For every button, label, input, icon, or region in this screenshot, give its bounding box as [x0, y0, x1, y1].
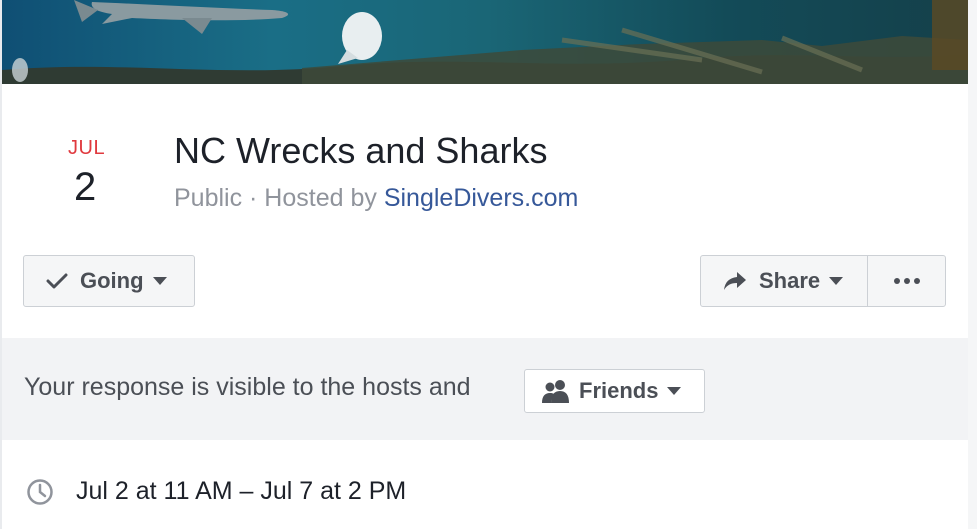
- audience-label: Friends: [579, 378, 659, 403]
- going-label: Going: [80, 268, 144, 293]
- response-visibility-text: Your response is visible to the hosts an…: [24, 373, 471, 401]
- more-dots-icon: [893, 278, 920, 284]
- going-button[interactable]: Going: [23, 255, 195, 307]
- clock-icon: [26, 478, 54, 506]
- event-date-day: 2: [74, 165, 97, 209]
- share-button[interactable]: Share: [700, 255, 868, 307]
- privacy-label: Public: [174, 184, 243, 212]
- caret-down-icon: [152, 277, 167, 285]
- page-background-edge: [968, 0, 977, 529]
- cover-photo-shipwreck-shark: [2, 0, 968, 84]
- share-label: Share: [759, 268, 821, 293]
- friends-icon: [541, 379, 571, 403]
- share-arrow-icon: [723, 271, 747, 291]
- event-time-row: Jul 2 at 11 AM – Jul 7 at 2 PM: [26, 477, 406, 506]
- caret-down-icon: [667, 387, 682, 395]
- more-options-button[interactable]: [867, 255, 946, 307]
- cover-photo[interactable]: [2, 0, 968, 84]
- caret-down-icon: [829, 277, 844, 285]
- event-date-month: JUL: [68, 137, 106, 159]
- event-subtitle: Public · Hosted by SingleDivers.com: [174, 182, 578, 214]
- hosted-by-prefix: · Hosted by: [242, 184, 384, 212]
- host-link[interactable]: SingleDivers.com: [384, 184, 579, 212]
- checkmark-icon: [46, 272, 68, 290]
- event-time-range: Jul 2 at 11 AM – Jul 7 at 2 PM: [76, 477, 407, 505]
- event-title: NC Wrecks and Sharks: [174, 130, 548, 171]
- audience-selector-button[interactable]: Friends: [524, 369, 705, 413]
